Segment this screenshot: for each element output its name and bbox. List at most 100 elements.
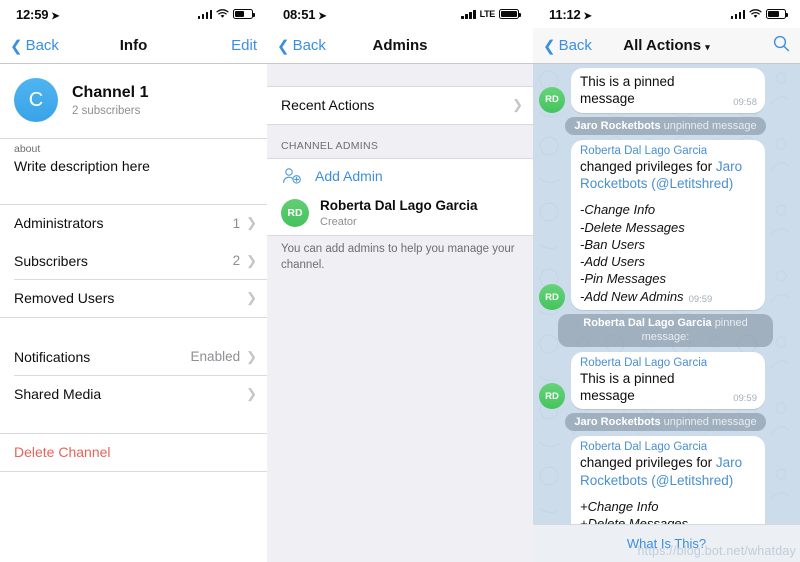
panel-admins: 08:51 ➤ LTE ❮ Back Admins Recent Actions ❯… — [267, 0, 533, 562]
privilege-item: +Change Info — [580, 499, 659, 514]
info-body: C Channel 1 2 subscribers about Write de… — [0, 64, 267, 562]
chevron-right-icon: ❯ — [246, 348, 257, 364]
three-phone-screenshots: 12:59 ➤ ❮ Back Info Edit C Channel 1 2 sub… — [0, 0, 800, 562]
status-indicators — [197, 9, 255, 19]
row-value: Enabled — [190, 349, 241, 365]
chevron-down-icon: ▾ — [705, 42, 710, 52]
message-sender: Roberta Dal Lago Garcia — [580, 356, 708, 369]
service-message: Jaro Rocketbots unpinned message — [539, 413, 792, 432]
row-label: Recent Actions — [281, 97, 375, 114]
what-is-this-link[interactable]: What Is This? — [627, 536, 706, 551]
creator-name: Roberta Dal Lago Garcia — [320, 198, 478, 214]
message-text-prefix: changed privileges for — [580, 158, 716, 174]
channel-header[interactable]: C Channel 1 2 subscribers — [0, 64, 267, 138]
chat-messages: RD This is a pinned message 09:58 Jaro R… — [533, 64, 800, 562]
avatar: RD — [539, 284, 565, 311]
battery-icon — [766, 9, 788, 19]
status-indicators — [730, 9, 788, 19]
message-text: changed privileges for Jaro Rocketbots (… — [580, 158, 757, 193]
row-subscribers[interactable]: Subscribers 2 ❯ — [0, 242, 267, 280]
status-time: 11:12 ➤ — [549, 6, 592, 22]
divider — [0, 470, 267, 472]
chat-message[interactable]: RD This is a pinned message 09:58 — [539, 68, 792, 113]
message-time: 09:59 — [688, 294, 713, 306]
channel-avatar: C — [14, 78, 58, 122]
service-action: unpinned message — [663, 416, 757, 429]
add-person-icon — [281, 167, 303, 185]
status-indicators: LTE — [461, 9, 521, 19]
service-message: Jaro Rocketbots unpinned message — [539, 116, 792, 135]
battery-icon — [233, 9, 255, 19]
message-sender: Roberta Dal Lago Garcia — [580, 441, 708, 454]
service-actor: Jaro Rocketbots — [574, 119, 661, 132]
row-value: 1 — [232, 215, 241, 231]
message-bubble[interactable]: Roberta Dal Lago Garcia This is a pinned… — [571, 351, 765, 410]
admins-help-note: You can add admins to help you manage yo… — [281, 243, 515, 271]
add-admin-button[interactable]: Add Admin — [267, 158, 533, 193]
message-bubble[interactable]: Roberta Dal Lago Garcia changed privileg… — [571, 139, 765, 311]
chat-log[interactable]: RD This is a pinned message 09:58 Jaro R… — [533, 64, 800, 562]
location-arrow-icon: ➤ — [51, 10, 60, 22]
chevron-right-icon: ❯ — [246, 215, 257, 231]
back-button[interactable]: ❮ Back — [277, 37, 326, 55]
search-button[interactable] — [773, 35, 790, 56]
admin-list-item-creator[interactable]: RD Roberta Dal Lago Garcia Creator — [267, 193, 533, 235]
message-body: This is a pinned message 09:59 — [580, 370, 757, 405]
battery-icon — [499, 9, 521, 19]
service-actor: Jaro Rocketbots — [574, 416, 661, 429]
mention-handle[interactable]: (@Letitshred) — [648, 473, 733, 488]
service-actor: Roberta Dal Lago Garcia — [583, 317, 712, 330]
back-label: Back — [292, 37, 326, 54]
edit-button[interactable]: Edit — [231, 37, 257, 54]
row-label: Notifications — [14, 348, 91, 365]
message-text-prefix: changed privileges for — [580, 455, 716, 471]
message-sender: Roberta Dal Lago Garcia — [580, 144, 708, 157]
signal-bars-icon — [461, 9, 476, 19]
service-text: Jaro Rocketbots unpinned message — [565, 413, 766, 432]
row-delete-channel[interactable]: Delete Channel — [0, 433, 267, 471]
search-icon — [773, 35, 790, 52]
about-label: about — [14, 142, 41, 155]
chevron-left-icon: ❮ — [277, 37, 290, 55]
nav-bar-admins: ❮ Back Admins — [267, 28, 533, 64]
panel-all-actions: 11:12 ➤ ❮ Back All Actions ▾ RD This is … — [533, 0, 800, 562]
channel-titles: Channel 1 2 subscribers — [72, 83, 148, 117]
channel-name: Channel 1 — [72, 84, 149, 101]
privilege-item: -Add New Admins — [580, 288, 684, 304]
message-body: This is a pinned message 09:58 — [580, 73, 757, 108]
row-recent-actions[interactable]: Recent Actions ❯ — [267, 86, 533, 124]
row-shared-media[interactable]: Shared Media ❯ — [0, 375, 267, 413]
chevron-right-icon: ❯ — [246, 252, 257, 268]
chevron-right-icon: ❯ — [246, 290, 257, 306]
row-label: Delete Channel — [14, 444, 111, 461]
back-button[interactable]: ❮ Back — [543, 37, 592, 55]
mention-handle[interactable]: (@Letitshred) — [648, 176, 733, 191]
about-cell[interactable]: about Write description here — [0, 139, 267, 184]
avatar: RD — [539, 383, 565, 410]
location-arrow-icon: ➤ — [318, 10, 327, 22]
chat-message[interactable]: RD Roberta Dal Lago Garcia changed privi… — [539, 139, 792, 311]
chat-footer: What Is This? — [533, 524, 800, 562]
row-administrators[interactable]: Administrators 1 ❯ — [0, 204, 267, 242]
wifi-icon — [749, 9, 762, 19]
row-notifications[interactable]: Notifications Enabled ❯ — [0, 338, 267, 376]
message-time: 09:59 — [733, 393, 757, 405]
section-gap — [0, 184, 267, 205]
status-bar-info: 12:59 ➤ — [0, 0, 267, 28]
privilege-item: -Add Users — [580, 254, 646, 270]
status-time: 12:59 ➤ — [16, 6, 60, 22]
nav-bar-info: ❮ Back Info Edit — [0, 28, 267, 64]
avatar: RD — [539, 86, 565, 113]
creator-texts: Roberta Dal Lago Garcia Creator — [320, 198, 478, 227]
status-bar-actions: 11:12 ➤ — [533, 0, 800, 28]
row-value: 2 — [232, 253, 241, 269]
row-removed-users[interactable]: Removed Users ❯ — [0, 279, 267, 317]
chat-message[interactable]: RD Roberta Dal Lago Garcia This is a pin… — [539, 351, 792, 410]
privilege-last-row: -Add New Admins 09:59 — [580, 288, 757, 305]
service-text: Roberta Dal Lago Garcia pinned message: — [558, 314, 773, 347]
message-bubble[interactable]: This is a pinned message 09:58 — [571, 68, 765, 113]
back-button[interactable]: ❮ Back — [10, 37, 59, 55]
